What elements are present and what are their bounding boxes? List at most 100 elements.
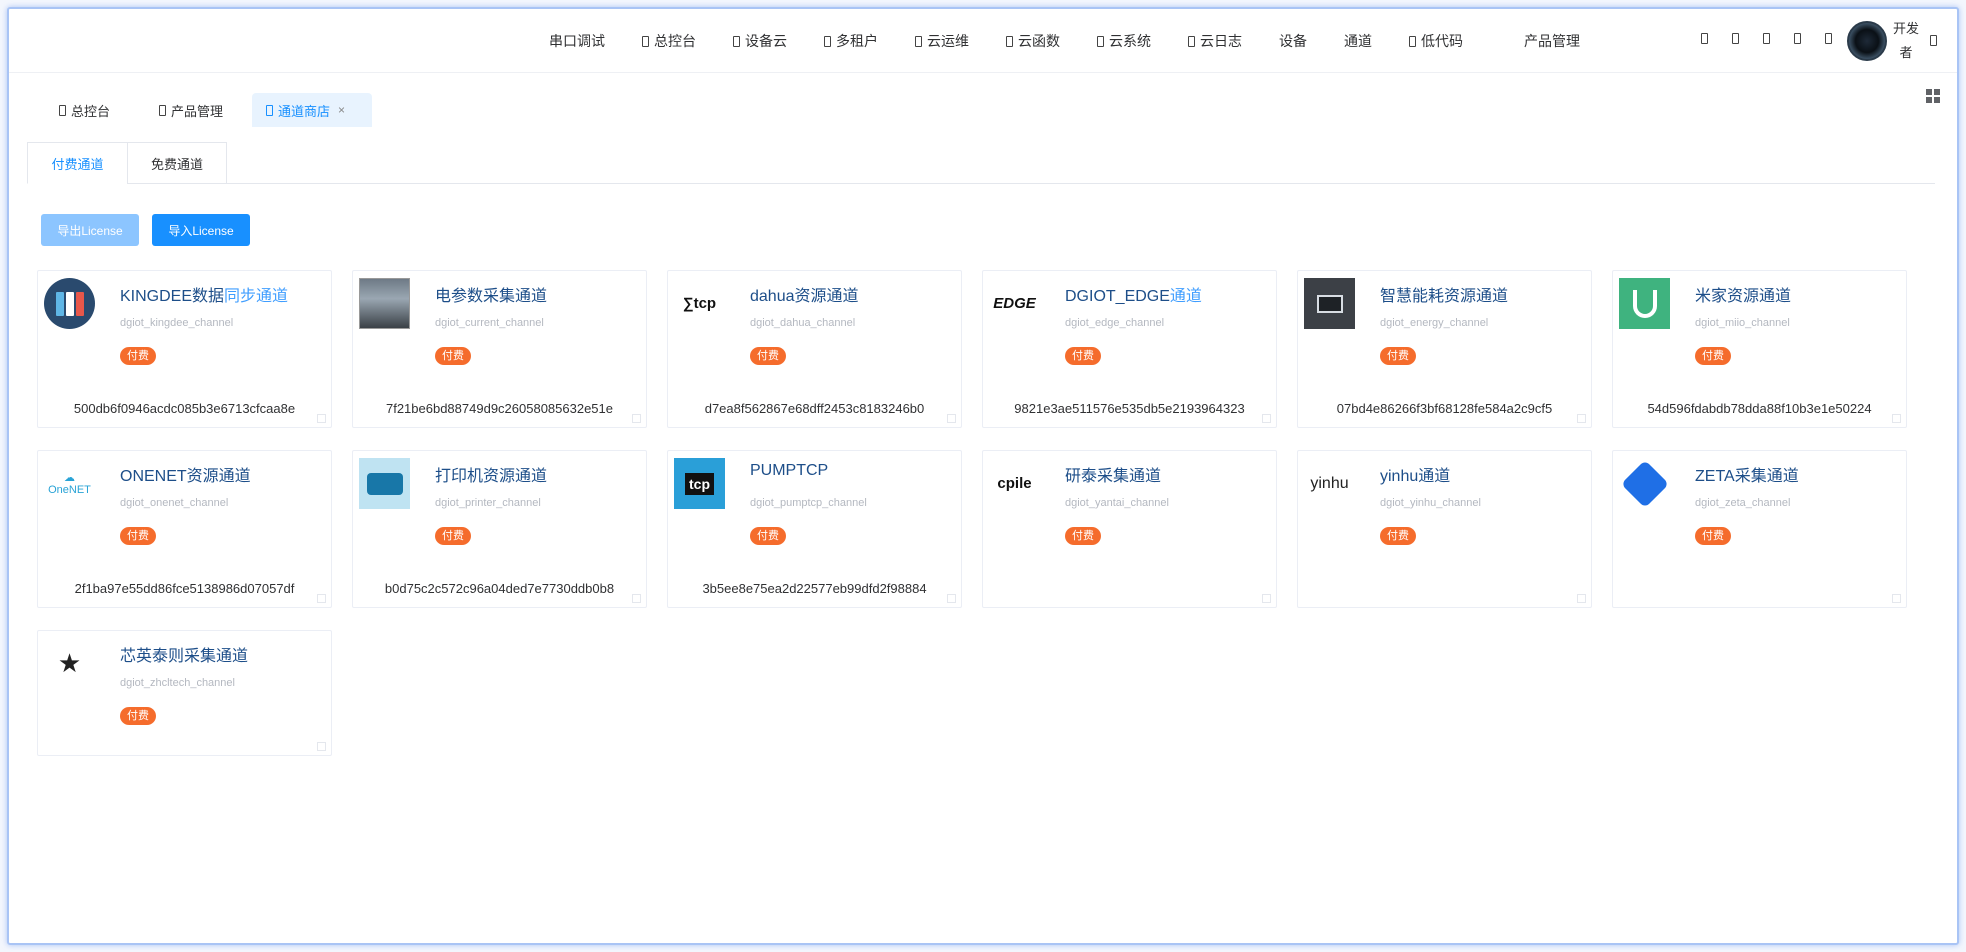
license-hash: b0d75c2c572c96a04ded7e7730ddb0b8 [384,581,615,596]
tag-product-management[interactable]: 产品管理 [145,93,237,127]
select-checkbox[interactable] [1577,594,1586,603]
nav-item-cloud-log[interactable]: 云日志 [1188,31,1242,51]
license-hash: 2f1ba97e55dd86fce5138986d07057df [74,581,295,596]
paid-badge: 付费 [1065,527,1101,545]
select-checkbox[interactable] [1262,414,1271,423]
select-checkbox[interactable] [632,594,641,603]
channel-id: dgiot_dahua_channel [750,317,856,329]
import-license-button[interactable]: 导入License [152,214,250,246]
nav-item-channels[interactable]: 通道 [1344,31,1372,51]
nav-item-multi-tenant[interactable]: 多租户 [824,31,878,51]
menu-glyph-icon [159,104,166,116]
channel-card[interactable]: 智慧能耗资源通道 dgiot_energy_channel 付费 07bd4e8626… [1297,270,1592,428]
theme-icon[interactable] [1794,33,1801,44]
channel-title[interactable]: PUMPTCP [750,462,828,480]
menu-glyph-icon [59,104,66,116]
license-hash: 9821e3ae511576e535db5e2193964323 [1014,401,1245,416]
select-checkbox[interactable] [1577,414,1586,423]
select-checkbox[interactable] [1892,414,1901,423]
tag-console[interactable]: 总控台 [45,93,124,127]
select-checkbox[interactable] [1262,594,1271,603]
channel-card[interactable]: ☁ OneNET ONENET资源通道 dgiot_onenet_channel 付费 2… [37,450,332,608]
paid-badge: 付费 [120,707,156,725]
channel-card[interactable]: yinhu yinhu通道 dgiot_yinhu_channel 付费 [1297,450,1592,608]
channel-card[interactable]: 电参数采集通道 dgiot_current_channel 付费 7f21be6bd8… [352,270,647,428]
channel-card[interactable]: 米家资源通道 dgiot_miio_channel 付费 54d596fdabdb78… [1612,270,1907,428]
select-checkbox[interactable] [947,594,956,603]
menu-glyph-icon [642,35,649,47]
channel-title[interactable]: 打印机资源通道 [435,462,547,486]
paid-badge: 付费 [120,527,156,545]
search-icon[interactable] [1701,33,1708,44]
channel-title[interactable]: yinhu通道 [1380,462,1450,486]
paid-badge: 付费 [1065,347,1101,365]
tcp-logo: ∑tcp [682,295,717,312]
select-checkbox[interactable] [317,594,326,603]
channel-card[interactable]: tcp PUMPTCP dgiot_pumptcp_channel 付费 3b5ee8e… [667,450,962,608]
avatar[interactable] [1847,21,1887,61]
channel-title[interactable]: DGIOT_EDGE通道 [1065,282,1202,306]
channel-title[interactable]: ZETA采集通道 [1695,462,1799,486]
nav-item-cloud-ops[interactable]: 云运维 [915,31,969,51]
license-hash: 500db6f0946acdc085b3e6713cfcaa8e [73,401,296,416]
channel-id: dgiot_onenet_channel [120,497,229,509]
fullscreen-icon[interactable] [1732,33,1739,44]
menu-glyph-icon [824,35,831,47]
channel-id: dgiot_yantai_channel [1065,497,1169,509]
paid-badge: 付费 [1695,347,1731,365]
channel-title[interactable]: ONENET资源通道 [120,462,251,486]
tab-free-channels[interactable]: 免费通道 [127,142,227,184]
channel-title[interactable]: KINGDEE数据同步通道 [120,282,288,306]
channel-tabs: 付费通道 免费通道 [27,142,1935,184]
channel-card[interactable]: ∑tcp dahua资源通道 dgiot_dahua_channel 付费 d7ea8f… [667,270,962,428]
user-dropdown-icon[interactable] [1930,35,1937,46]
mijia-logo [1619,278,1670,329]
top-navbar: 串口调试 总控台 设备云 多租户 云运维 云函数 云系统 云日志 设备 通道 低… [9,9,1957,73]
pumptcp-logo: tcp [674,458,725,509]
nav-item-cloud-system[interactable]: 云系统 [1097,31,1151,51]
export-license-button[interactable]: 导出License [41,214,139,246]
channel-card[interactable]: KINGDEE数据同步通道 dgiot_kingdee_channel 付费 500d… [37,270,332,428]
nav-item-device-cloud[interactable]: 设备云 [733,31,787,51]
channel-title[interactable]: 研泰采集通道 [1065,462,1161,486]
channel-title[interactable]: dahua资源通道 [750,282,859,306]
channel-title[interactable]: 米家资源通道 [1695,282,1791,306]
nav-item-devices[interactable]: 设备 [1279,31,1307,51]
channel-card[interactable]: cpile 研泰采集通道 dgiot_yantai_channel 付费 [982,450,1277,608]
select-checkbox[interactable] [632,414,641,423]
toolbar-icons [1701,33,1856,44]
channel-id: dgiot_zhcltech_channel [120,677,235,689]
channel-title[interactable]: 智慧能耗资源通道 [1380,282,1508,306]
channel-card[interactable]: 打印机资源通道 dgiot_printer_channel 付费 b0d75c2c57… [352,450,647,608]
select-checkbox[interactable] [317,414,326,423]
channel-card[interactable]: EDGE DGIOT_EDGE通道 dgiot_edge_channel 付费 9821… [982,270,1277,428]
nav-item-console[interactable]: 总控台 [642,31,696,51]
grid-layout-icon[interactable] [1926,89,1940,103]
channel-title[interactable]: 电参数采集通道 [435,282,547,306]
select-checkbox[interactable] [947,414,956,423]
nav-item-low-code[interactable]: 低代码 [1409,31,1463,51]
channel-card[interactable]: ★ 芯英泰则采集通道 dgiot_zhcltech_channel 付费 [37,630,332,756]
top-nav-menu: 串口调试 总控台 设备云 多租户 云运维 云函数 云系统 云日志 设备 通道 低… [549,9,1617,73]
select-checkbox[interactable] [1892,594,1901,603]
paid-badge: 付费 [1695,527,1731,545]
tab-paid-channels[interactable]: 付费通道 [27,142,128,184]
user-name[interactable]: 开发者 [1889,17,1923,65]
language-icon[interactable] [1763,33,1770,44]
nav-item-product-management[interactable]: 产品管理 [1524,31,1580,51]
menu-glyph-icon [1006,35,1013,47]
channel-id: dgiot_printer_channel [435,497,541,509]
close-icon[interactable]: × [338,103,345,117]
menu-glyph-icon [1188,35,1195,47]
nav-item-cloud-functions[interactable]: 云函数 [1006,31,1060,51]
select-checkbox[interactable] [317,742,326,751]
settings-icon[interactable] [1825,33,1832,44]
nav-item-serial-debug[interactable]: 串口调试 [549,31,605,51]
menu-glyph-icon [1409,35,1416,47]
tags-view: 总控台 产品管理 通道商店 × [9,73,1957,129]
channel-card[interactable]: ZETA采集通道 dgiot_zeta_channel 付费 [1612,450,1907,608]
zhcltech-logo: ★ [57,648,82,678]
license-hash: 07bd4e86266f3bf68128fe584a2c9cf5 [1336,401,1553,416]
tag-channel-store[interactable]: 通道商店 × [252,93,372,127]
channel-title[interactable]: 芯英泰则采集通道 [120,642,248,666]
